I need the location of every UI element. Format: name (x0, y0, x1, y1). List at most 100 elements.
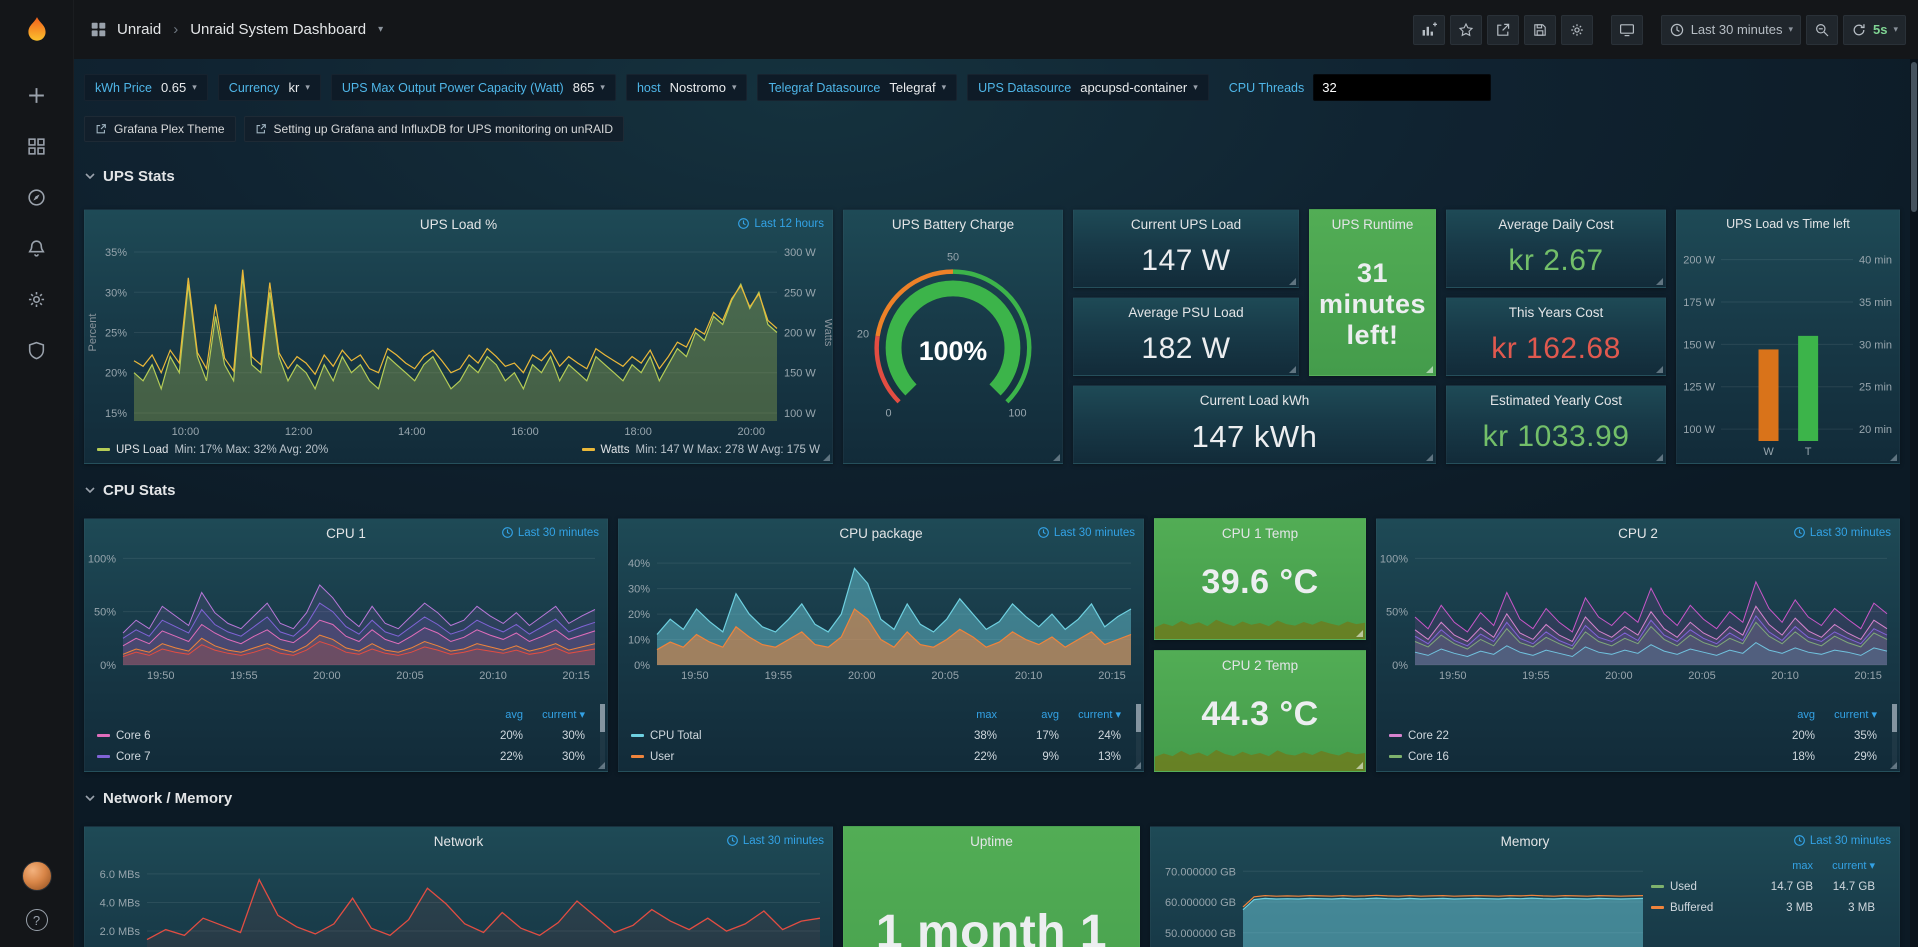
save-button[interactable] (1524, 15, 1556, 45)
memory-chart[interactable]: 50.000000 GB60.000000 GB70.000000 GB (1151, 853, 1651, 947)
cpu-threads-input[interactable] (1313, 74, 1491, 101)
panel-title[interactable]: Average PSU Load (1128, 305, 1243, 320)
svg-text:50%: 50% (1386, 607, 1408, 619)
panel-title[interactable]: UPS Battery Charge (892, 217, 1014, 232)
configuration-gear-icon[interactable] (25, 287, 49, 311)
row-header-cpu-stats[interactable]: CPU Stats (84, 477, 176, 503)
panel-title[interactable]: UPS Runtime (1332, 217, 1414, 232)
panel-ups-battery-charge: UPS Battery Charge 02050100100% (843, 209, 1063, 464)
clock-icon (501, 526, 514, 539)
svg-text:20:15: 20:15 (1854, 670, 1882, 682)
variable-ups-max-output[interactable]: UPS Max Output Power Capacity (Watt) 865… (331, 74, 616, 101)
dashboard-settings-gear-button[interactable] (1561, 15, 1593, 45)
time-override-cpu-package[interactable]: Last 30 minutes (1037, 526, 1135, 539)
time-range-picker[interactable]: Last 30 minutes ▾ (1661, 15, 1801, 45)
row-header-network-memory[interactable]: Network / Memory (84, 785, 232, 811)
dashboard-link-ups-monitoring-guide[interactable]: Setting up Grafana and InfluxDB for UPS … (244, 116, 625, 142)
grafana-logo-icon[interactable] (0, 0, 73, 59)
svg-text:200 W: 200 W (784, 328, 816, 340)
user-avatar[interactable] (22, 861, 52, 891)
scrollbar[interactable] (1910, 59, 1918, 947)
navbar: Unraid › Unraid System Dashboard ▾ Last … (74, 0, 1918, 59)
panel-title[interactable]: UPS Load % (420, 217, 497, 232)
variable-currency[interactable]: Currency kr▾ (218, 74, 321, 101)
svg-text:25%: 25% (105, 328, 127, 340)
stat-value: 39.6 °C (1159, 547, 1361, 617)
share-button[interactable] (1487, 15, 1519, 45)
panel-title[interactable]: This Years Cost (1509, 305, 1604, 320)
row-header-ups-stats[interactable]: UPS Stats (84, 163, 175, 189)
svg-text:20: 20 (857, 329, 869, 341)
variable-ups-datasource[interactable]: UPS Datasource apcupsd-container▾ (967, 74, 1209, 101)
cpu-package-chart[interactable]: 0%10%20%30%40%19:5019:5520:0020:0520:102… (619, 547, 1143, 683)
cpu-package-legend[interactable]: maxavgcurrent ▾CPU Total38%17%24%User22%… (631, 704, 1135, 767)
panel-title[interactable]: CPU 2 (1618, 526, 1658, 541)
panel-title[interactable]: Memory (1501, 834, 1550, 849)
variable-kwh-price[interactable]: kWh Price 0.65▾ (84, 74, 208, 101)
explore-compass-icon[interactable] (25, 185, 49, 209)
add-panel-button[interactable] (1413, 15, 1445, 45)
panel-title[interactable]: UPS Load vs Time left (1726, 217, 1850, 231)
variable-host[interactable]: host Nostromo▾ (626, 74, 748, 101)
panel-title[interactable]: Uptime (970, 834, 1013, 849)
svg-text:20:00: 20:00 (313, 670, 341, 682)
panel-title[interactable]: CPU 1 (326, 526, 366, 541)
variable-value[interactable]: Telegraf▾ (889, 80, 946, 95)
panel-title[interactable]: CPU 2 Temp (1222, 658, 1298, 673)
cpu2-chart[interactable]: 0%50%100%19:5019:5520:0020:0520:1020:15 (1377, 547, 1899, 683)
memory-legend[interactable]: maxcurrent ▾Used14.7 GB14.7 GBBuffered3 … (1651, 855, 1889, 918)
cpu2-legend[interactable]: avgcurrent ▾Core 2220%35%Core 1618%29% (1389, 704, 1891, 767)
server-admin-shield-icon[interactable] (25, 338, 49, 362)
panel-title[interactable]: Estimated Yearly Cost (1490, 393, 1622, 408)
variable-value[interactable]: kr▾ (289, 80, 310, 95)
variable-label: host (637, 81, 661, 95)
time-override-ups-load[interactable]: Last 12 hours (737, 217, 824, 230)
chevron-down-icon: ▾ (600, 82, 605, 93)
create-plus-icon[interactable] (25, 83, 49, 107)
panel-title[interactable]: CPU 1 Temp (1222, 526, 1298, 541)
ups-load-legend[interactable]: UPS LoadMin: 17% Max: 32% Avg: 20%WattsM… (97, 439, 820, 460)
apps-grid-icon[interactable] (90, 21, 107, 38)
panel-title[interactable]: Average Daily Cost (1498, 217, 1613, 232)
clock-icon (737, 217, 750, 230)
alerting-bell-icon[interactable] (25, 236, 49, 260)
variable-value[interactable]: 0.65▾ (161, 80, 197, 95)
breadcrumb-folder[interactable]: Unraid (117, 21, 161, 38)
zoom-out-button[interactable] (1806, 15, 1838, 45)
variable-value[interactable]: apcupsd-container▾ (1080, 80, 1198, 95)
dashboards-icon[interactable] (25, 134, 49, 158)
chevron-down-icon (84, 484, 96, 496)
cycle-view-monitor-button[interactable] (1611, 15, 1643, 45)
variable-telegraf-datasource[interactable]: Telegraf Datasource Telegraf▾ (757, 74, 957, 101)
ups-load-vs-time-chart[interactable]: 100 W125 W150 W175 W200 W20 min25 min30 … (1677, 238, 1899, 459)
breadcrumb-dashboard[interactable]: Unraid System Dashboard (190, 21, 366, 38)
ups-load-chart[interactable]: 15%20%25%30%35%100 W150 W200 W250 W300 W… (85, 238, 832, 439)
star-button[interactable] (1450, 15, 1482, 45)
panel-title[interactable]: CPU package (839, 526, 922, 541)
svg-text:4.0 MBs: 4.0 MBs (100, 897, 141, 909)
svg-text:50: 50 (947, 252, 959, 264)
cpu1-chart[interactable]: 0%50%100%19:5019:5520:0020:0520:1020:15 (85, 547, 607, 683)
panel-title[interactable]: Current UPS Load (1131, 217, 1241, 232)
panel-title[interactable]: Current Load kWh (1200, 393, 1310, 408)
refresh-picker[interactable]: 5s ▾ (1843, 15, 1906, 45)
chevron-down-icon[interactable]: ▾ (378, 24, 383, 35)
variable-value[interactable]: Nostromo▾ (670, 80, 737, 95)
stat-value: 147 kWh (1078, 414, 1431, 459)
time-override-cpu1[interactable]: Last 30 minutes (501, 526, 599, 539)
network-chart[interactable]: 2.0 MBs4.0 MBs6.0 MBs (85, 855, 832, 947)
scrollbar-thumb[interactable] (1911, 62, 1917, 212)
help-icon[interactable]: ? (26, 909, 48, 931)
dashboard-link-grafana-plex-theme[interactable]: Grafana Plex Theme (84, 116, 236, 142)
time-override-network[interactable]: Last 30 minutes (726, 834, 824, 847)
panel-title[interactable]: Network (434, 834, 484, 849)
svg-text:60.000000 GB: 60.000000 GB (1165, 897, 1236, 909)
variable-value[interactable]: 865▾ (573, 80, 605, 95)
cpu1-legend[interactable]: avgcurrent ▾Core 620%30%Core 722%30% (97, 704, 599, 767)
ups-battery-gauge[interactable]: 02050100100% (844, 236, 1062, 463)
svg-text:20:05: 20:05 (1688, 670, 1716, 682)
time-override-memory[interactable]: Last 30 minutes (1793, 834, 1891, 847)
chevron-down-icon: ▾ (305, 82, 310, 93)
svg-text:70.000000 GB: 70.000000 GB (1165, 866, 1236, 878)
time-override-cpu2[interactable]: Last 30 minutes (1793, 526, 1891, 539)
